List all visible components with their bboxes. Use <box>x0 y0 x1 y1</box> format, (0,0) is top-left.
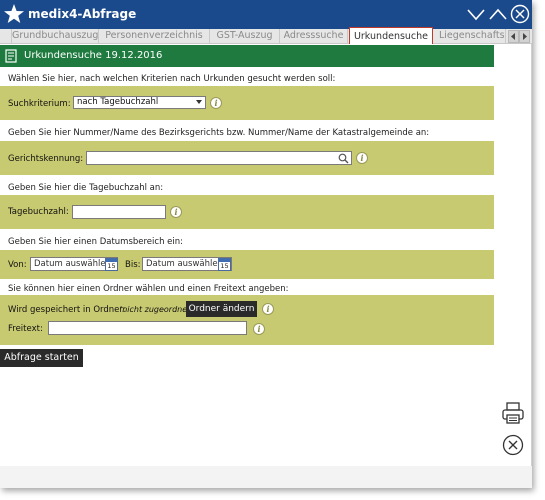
tab-scroll-left[interactable] <box>508 30 519 43</box>
chevron-left-icon <box>511 33 515 40</box>
freetext-input[interactable] <box>48 321 247 335</box>
form-title: Urkundensuche 19.12.2016 <box>24 50 163 61</box>
calendar-icon[interactable]: 15 <box>105 258 118 271</box>
app-window: medix4-Abfrage Grundbuchauszug Personenv… <box>0 0 532 488</box>
info-icon[interactable]: i <box>210 97 222 109</box>
tab-grundbuchauszug[interactable]: Grundbuchauszug <box>12 29 99 44</box>
folder-value: 'nicht zugeordnet' <box>120 305 193 314</box>
printer-icon[interactable] <box>501 401 525 425</box>
minimize-icon[interactable] <box>466 4 486 24</box>
tab-gst-auszug[interactable]: GST-Auszug <box>210 29 280 44</box>
tab-personenverzeichnis[interactable]: Personenverzeichnis <box>99 29 210 44</box>
window-title: medix4-Abfrage <box>28 7 137 21</box>
maximize-icon[interactable] <box>488 4 508 24</box>
date-band: Von: Datum auswählen 15 Bis: Datum auswä… <box>0 250 494 279</box>
close-circle-icon[interactable] <box>502 434 524 456</box>
criteria-select-value: nach Tagebuchzahl <box>77 97 159 107</box>
calendar-icon[interactable]: 15 <box>218 258 231 271</box>
court-instruction: Geben Sie hier Nummer/Name des Bezirksge… <box>8 128 430 138</box>
tab-edge <box>0 29 12 44</box>
to-label: Bis: <box>125 260 141 270</box>
criteria-select[interactable]: nach Tagebuchzahl <box>73 96 206 109</box>
criteria-band: Suchkriterium: nach Tagebuchzahl i <box>0 86 494 120</box>
court-input[interactable] <box>86 151 352 165</box>
tab-liegenschafts[interactable]: Liegenschafts <box>435 29 506 44</box>
title-bar: medix4-Abfrage <box>0 0 532 29</box>
chevron-right-icon <box>523 33 527 40</box>
chevron-down-icon <box>196 100 202 104</box>
freetext-label: Freitext: <box>8 324 43 334</box>
star-icon <box>4 4 24 23</box>
criteria-instruction: Wählen Sie hier, nach welchen Kriterien … <box>8 74 336 84</box>
search-icon[interactable] <box>338 153 349 164</box>
info-icon[interactable]: i <box>170 206 182 218</box>
tagebuch-input[interactable] <box>72 205 166 219</box>
tagebuch-instruction: Geben Sie hier die Tagebuchzahl an: <box>8 183 164 193</box>
change-folder-button[interactable]: Ordner ändern <box>186 301 257 317</box>
info-icon[interactable]: i <box>262 303 274 315</box>
date-instruction: Geben Sie hier einen Datumsbereich ein: <box>8 237 184 247</box>
tagebuch-band: Tagebuchzahl: i <box>0 195 494 229</box>
footer-strip <box>0 466 532 488</box>
info-icon[interactable]: i <box>253 323 265 335</box>
tab-adresssuche[interactable]: Adresssuche <box>280 29 348 44</box>
tab-scroll-right[interactable] <box>519 30 530 43</box>
tab-bar: Grundbuchauszug Personenverzeichnis GST-… <box>0 27 532 44</box>
court-band: Gerichtskennung: i <box>0 141 494 175</box>
court-label: Gerichtskennung: <box>8 154 84 164</box>
tagebuch-label: Tagebuchzahl: <box>8 207 69 217</box>
close-icon[interactable] <box>510 4 530 24</box>
folder-band: Wird gespeichert in Ordner: 'nicht zugeo… <box>0 295 494 345</box>
criteria-label: Suchkriterium: <box>8 99 71 109</box>
folder-instruction: Sie können hier einen Ordner wählen und … <box>8 284 289 294</box>
info-icon[interactable]: i <box>356 152 368 164</box>
tab-urkundensuche[interactable]: Urkundensuche <box>349 27 433 44</box>
form-header: Urkundensuche 19.12.2016 <box>0 45 494 67</box>
from-label: Von: <box>8 260 27 270</box>
document-icon <box>5 49 17 63</box>
start-query-button[interactable]: Abfrage starten <box>0 349 83 367</box>
folder-label: Wird gespeichert in Ordner: <box>8 305 126 315</box>
